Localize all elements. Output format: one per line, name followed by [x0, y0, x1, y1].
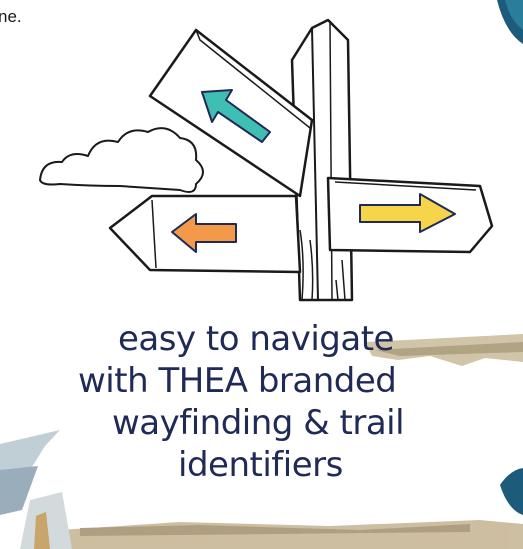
caption-line-4: identifiers [178, 445, 343, 485]
caption-line-1: easy to navigate [118, 319, 394, 359]
cloud-icon [39, 127, 204, 193]
illustration-panel: ne. easy to navigate with THEA branded w… [0, 0, 523, 549]
caption-line-2: with THEA branded [78, 361, 397, 401]
caption-line-3: wayfinding & trail [112, 403, 405, 443]
caption-text: easy to navigate with THEA branded wayfi… [60, 318, 520, 486]
